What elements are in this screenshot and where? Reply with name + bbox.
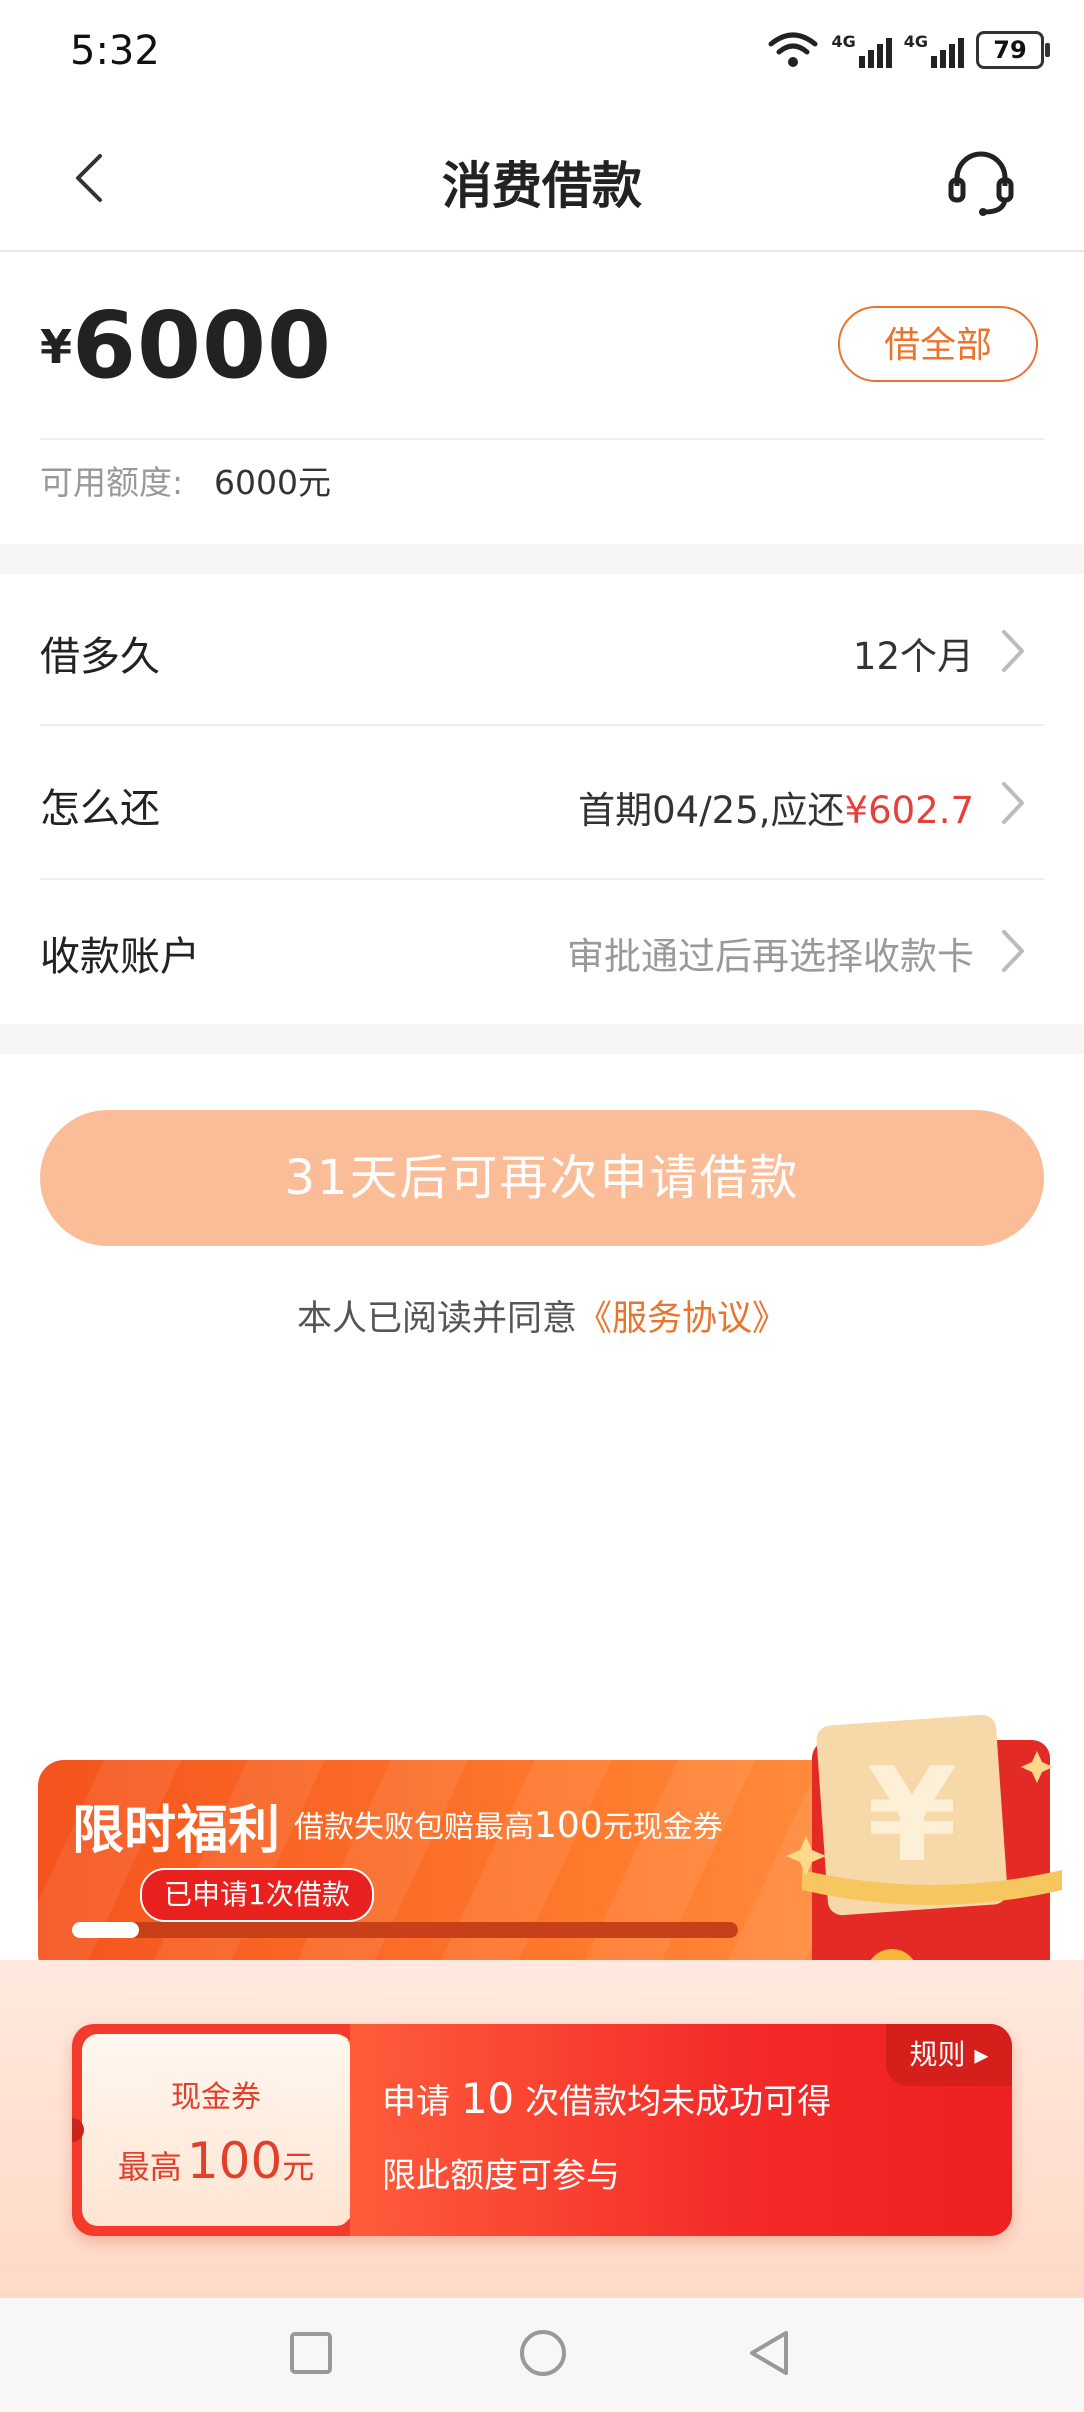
repayment-value: 首期04/25,应还¥602.7 (578, 780, 974, 834)
coupon-condition-count: 10 (460, 2074, 515, 2123)
back-triangle-icon[interactable] (746, 2328, 792, 2378)
coupon-amount-prefix: 最高 (117, 2148, 182, 2186)
coupon-condition-prefix: 申请 (382, 2082, 450, 2122)
progress-track (72, 1922, 738, 1938)
receiving-account-value: 审批通过后再选择收款卡 (567, 935, 974, 978)
coupon-condition-suffix: 次借款均未成功可得 (525, 2082, 832, 2122)
loan-amount[interactable]: 6000 (72, 292, 332, 399)
promo-subtitle: 借款失败包赔最高100元现金券 (294, 1802, 723, 1846)
apply-loan-button[interactable]: 31天后可再次申请借款 (40, 1110, 1044, 1246)
coupon-info-panel: 规则 ▸ 申请 10 次借款均未成功可得 限此额度可参与 (350, 2024, 1012, 2236)
available-credit-value: 6000元 (214, 463, 331, 502)
promo-subtitle-amount: 100 (534, 1805, 603, 1846)
loan-term-row[interactable]: 借多久 12个月 (0, 574, 1084, 726)
repayment-first-date: 首期04/25,应还 (578, 789, 845, 832)
agreement-text: 本人已阅读并同意《服务协议》 (0, 1290, 1084, 1341)
currency-sign: ¥ (40, 320, 73, 374)
coupon-amount-number: 100 (186, 2132, 283, 2190)
repayment-amount: ¥602.7 (844, 789, 974, 832)
page-title: 消费借款 (442, 157, 642, 215)
coupon-condition: 申请 10 次借款均未成功可得 (382, 2074, 831, 2123)
section-gap (0, 1024, 1084, 1054)
headset-icon[interactable] (945, 146, 1017, 218)
receiving-account-row[interactable]: 收款账户 审批通过后再选择收款卡 (0, 880, 1084, 1024)
coupon-type: 现金券 (171, 2080, 261, 2115)
section-gap (0, 544, 1084, 574)
promo-subtitle-suffix: 元现金券 (602, 1810, 723, 1845)
svg-text:¥: ¥ (867, 1739, 957, 1891)
chevron-right-icon (1002, 630, 1024, 672)
signal-2-icon: 4G (904, 32, 964, 68)
loan-term-value: 12个月 (852, 635, 974, 678)
receiving-account-label: 收款账户 (40, 934, 200, 980)
wifi-icon (768, 32, 818, 67)
amount-section: ¥ 6000 借全部 可用额度: 6000元 (0, 252, 1084, 542)
divider (40, 438, 1044, 440)
progress-badge: 已申请1次借款 (140, 1868, 374, 1922)
borrow-all-button[interactable]: 借全部 (838, 306, 1038, 382)
signal-1-icon: 4G (831, 32, 892, 68)
rules-button[interactable]: 规则 ▸ (886, 2024, 1012, 2086)
repayment-row[interactable]: 怎么还 首期04/25,应还¥602.7 (0, 726, 1084, 880)
coupon-value-panel: 现金券 最高 100元 (82, 2034, 352, 2226)
status-icons: 4G 4G 79 (767, 30, 1050, 70)
agreement-prefix: 本人已阅读并同意 (296, 1299, 577, 1339)
service-agreement-link[interactable]: 《服务协议》 (577, 1299, 787, 1339)
header-bar: 消费借款 (0, 110, 1084, 252)
chevron-right-icon (1002, 930, 1024, 972)
recent-apps-icon[interactable] (288, 2330, 334, 2376)
battery-icon: 79 (976, 31, 1050, 69)
coupon-amount: 最高 100元 (82, 2132, 350, 2190)
coupon-amount-unit: 元 (282, 2148, 315, 2186)
loan-term-label: 借多久 (40, 634, 160, 680)
coupon-eligibility: 限此额度可参与 (382, 2156, 620, 2196)
red-envelope-icon: ¥ (786, 1714, 1062, 1980)
home-icon[interactable] (518, 2328, 568, 2378)
progress-fill (72, 1922, 139, 1938)
status-time: 5:32 (70, 28, 160, 74)
chevron-right-icon (1002, 782, 1024, 824)
promo-title: 限时福利 (72, 1801, 281, 1861)
cash-coupon-card[interactable]: 现金券 最高 100元 规则 ▸ 申请 10 次借款均未成功可得 限此额度可参与 (72, 2024, 1012, 2236)
promo-subtitle-prefix: 借款失败包赔最高 (294, 1810, 534, 1845)
network-type-label: 4G (831, 32, 856, 51)
network-type-label: 4G (903, 32, 928, 51)
system-nav-bar (0, 2298, 1084, 2412)
repayment-label: 怎么还 (40, 786, 160, 832)
status-bar: 5:32 4G 4G 79 (0, 0, 1084, 110)
available-credit-label: 可用额度: (40, 463, 184, 502)
